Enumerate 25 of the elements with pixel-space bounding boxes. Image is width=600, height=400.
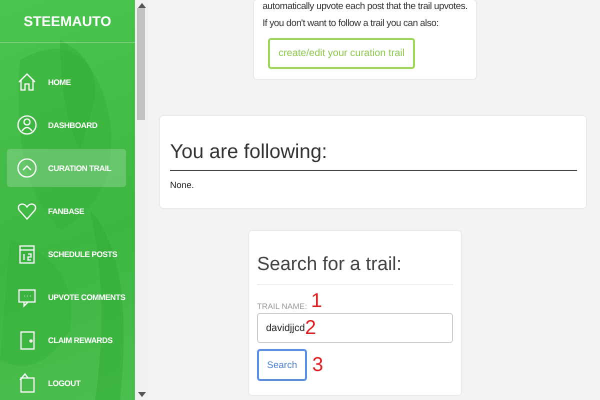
nav-item[interactable]: DASHBOARD	[7, 106, 126, 144]
annotation-number: 2	[305, 318, 316, 338]
nav-item[interactable]: LOGOUT	[7, 364, 126, 400]
annotation-number: 1	[310, 291, 322, 311]
intro-text: automatically upvote each post that the trail upvotes.	[262, 0, 468, 13]
scrollbar[interactable]	[135, 0, 148, 400]
curation-trail-button[interactable]: create/edit your curation trail	[268, 38, 415, 69]
scroll-down-icon[interactable]	[138, 392, 146, 398]
nav-item[interactable]: HOME	[7, 63, 126, 101]
search-button[interactable]: Search	[257, 349, 308, 381]
nav-item[interactable]: UPVOTE COMMENTS	[7, 278, 126, 316]
chevron-icon	[16, 157, 38, 179]
annotation-number: 3	[312, 355, 324, 375]
scrollbar-thumb[interactable]	[137, 8, 145, 120]
home-icon	[16, 71, 38, 93]
field-label: TRAIL NAME:	[257, 302, 307, 311]
intro-text: If you don't want to follow a trail you can also:	[262, 17, 440, 30]
nav-item[interactable]: CURATION TRAIL	[7, 149, 126, 187]
following-title: You are following:	[170, 141, 577, 171]
user-icon	[16, 114, 38, 136]
nav-item[interactable]: FANBASE	[7, 192, 126, 230]
following-text: None.	[170, 180, 196, 190]
search-title: Search for a trail:	[257, 254, 453, 285]
nav-item[interactable]: SCHEDULE POSTS	[7, 235, 126, 273]
nav-item[interactable]: CLAIM REWARDS	[7, 321, 126, 359]
